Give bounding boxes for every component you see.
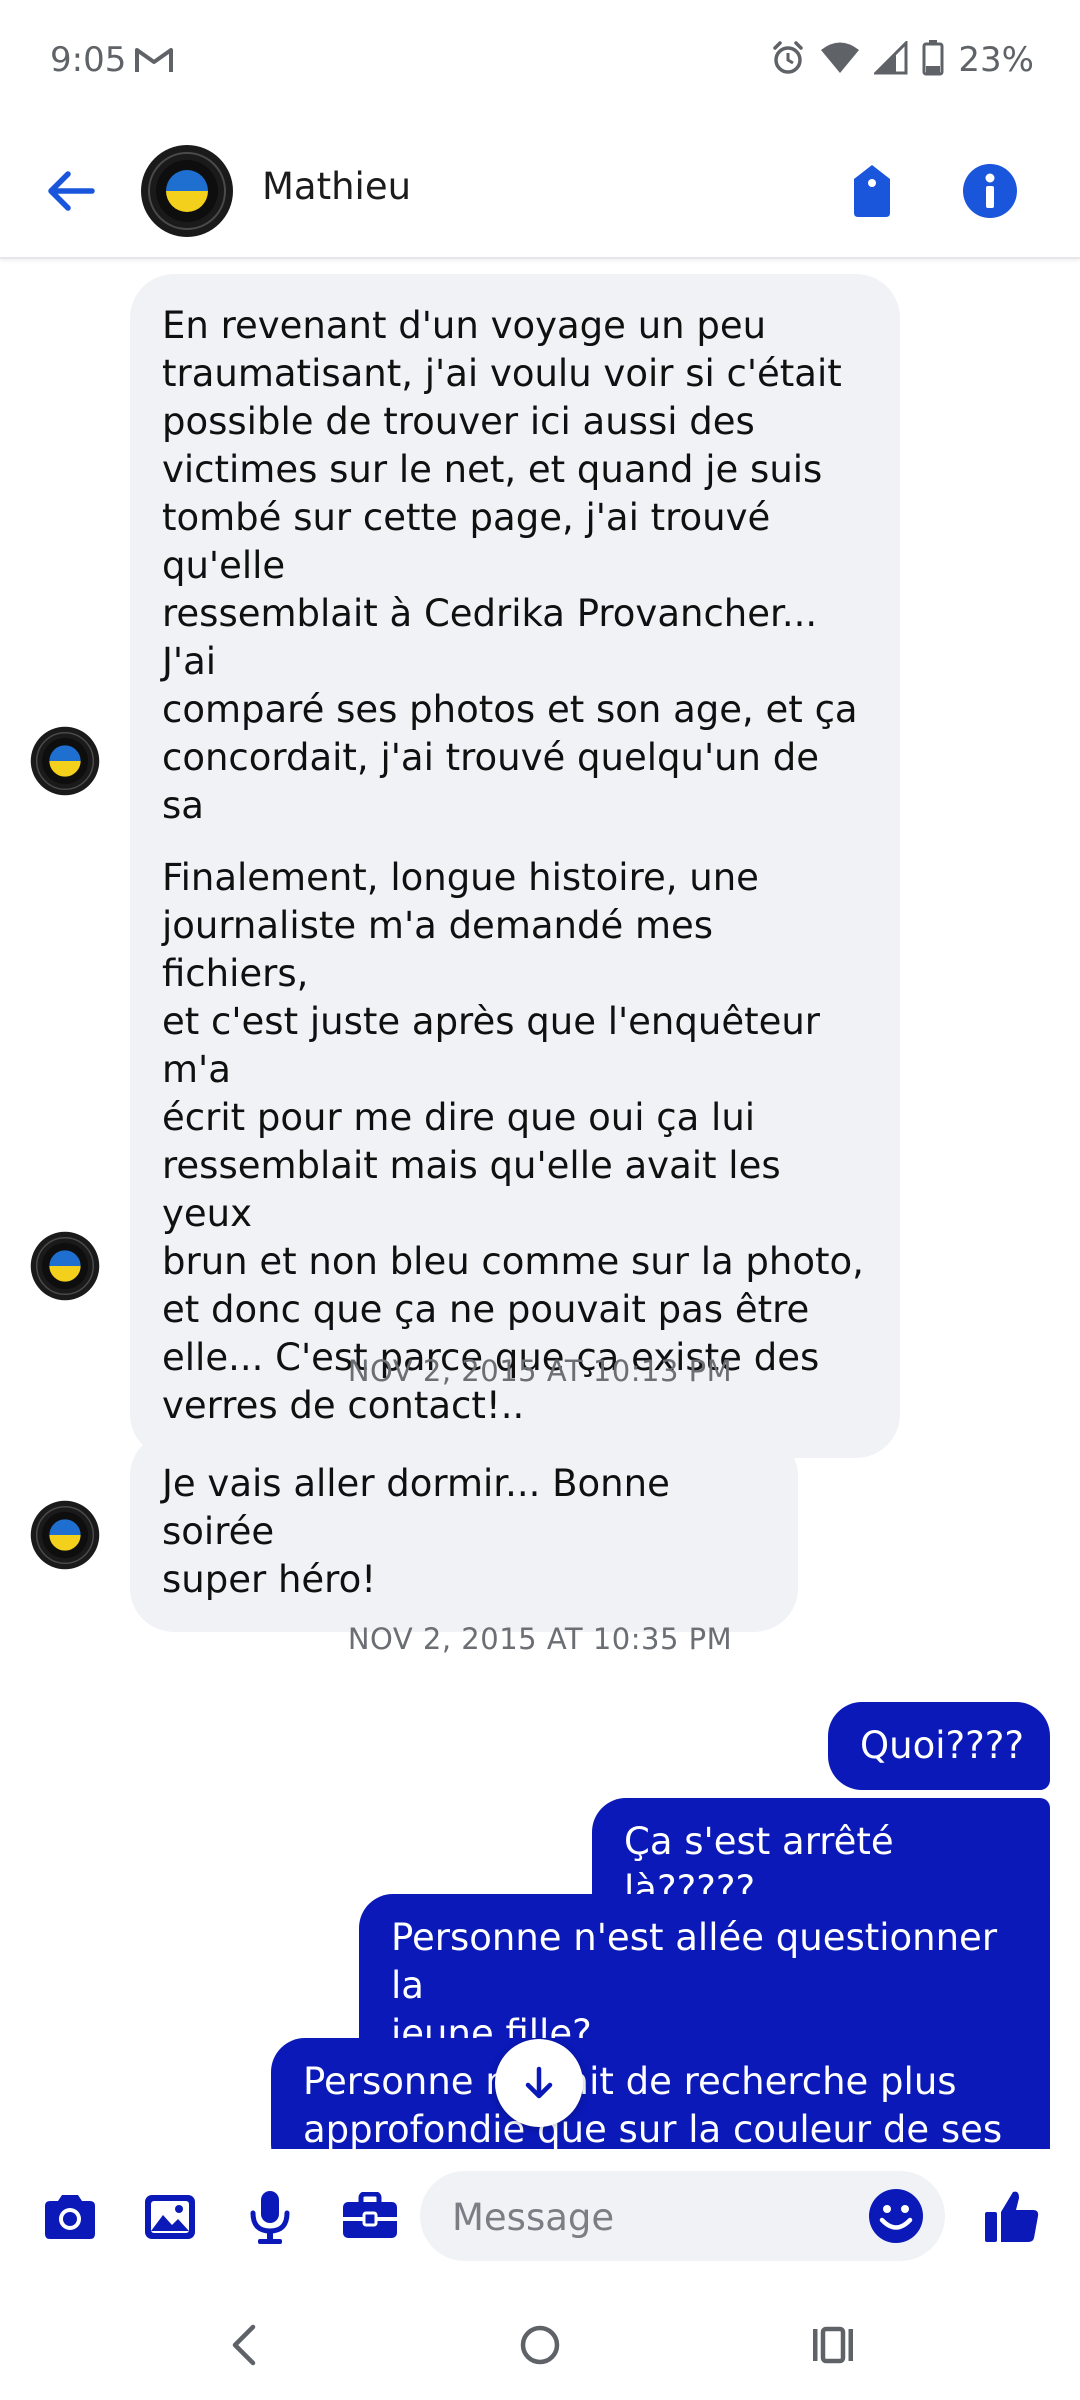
apps-button[interactable] bbox=[338, 2185, 402, 2249]
recents-icon bbox=[813, 2326, 853, 2364]
message-thread[interactable]: En revenant d'un voyage un peu traumatis… bbox=[0, 259, 1080, 2149]
battery-icon bbox=[922, 40, 944, 80]
wifi-icon bbox=[820, 41, 860, 79]
sender-avatar[interactable] bbox=[30, 1231, 100, 1301]
sender-avatar[interactable] bbox=[30, 1500, 100, 1570]
conversation-header: Mathieu bbox=[0, 125, 1080, 259]
incoming-message[interactable]: Je vais aller dormir... Bonne soirée sup… bbox=[130, 1432, 798, 1632]
gmail-icon bbox=[134, 46, 174, 78]
message-input[interactable] bbox=[450, 2171, 854, 2263]
alarm-icon bbox=[770, 40, 806, 80]
image-icon bbox=[145, 2195, 195, 2239]
system-navigation-bar bbox=[0, 2285, 1080, 2400]
arrow-down-icon bbox=[525, 2066, 553, 2099]
voice-button[interactable] bbox=[238, 2185, 302, 2249]
smiley-icon bbox=[869, 2189, 923, 2243]
message-timestamp: NOV 2, 2015 AT 10:13 PM bbox=[347, 1354, 733, 1388]
status-time: 9:05 bbox=[50, 40, 127, 80]
outgoing-message[interactable]: Personne n'a fait de recherche plus appr… bbox=[271, 2038, 1050, 2149]
status-bar: 9:05 23% bbox=[0, 0, 1080, 125]
circle-home-icon bbox=[520, 2325, 560, 2365]
emoji-button[interactable] bbox=[865, 2185, 927, 2247]
chevron-left-icon bbox=[232, 2324, 256, 2366]
message-timestamp: NOV 2, 2015 AT 10:35 PM bbox=[347, 1622, 733, 1656]
arrow-left-icon bbox=[48, 171, 95, 211]
briefcase-icon bbox=[343, 2192, 397, 2238]
outgoing-message[interactable]: Quoi???? bbox=[828, 1702, 1050, 1790]
tag-icon bbox=[854, 165, 890, 217]
battery-percent: 23% bbox=[958, 40, 1034, 80]
gallery-button[interactable] bbox=[138, 2185, 202, 2249]
nav-back-button[interactable] bbox=[205, 2305, 285, 2385]
like-button[interactable] bbox=[980, 2185, 1044, 2249]
back-button[interactable] bbox=[40, 159, 104, 223]
info-icon bbox=[963, 164, 1017, 218]
camera-button[interactable] bbox=[38, 2185, 102, 2249]
sender-avatar[interactable] bbox=[30, 726, 100, 796]
thumbs-up-icon bbox=[985, 2191, 1039, 2242]
microphone-icon bbox=[250, 2191, 290, 2244]
info-button[interactable] bbox=[958, 159, 1022, 223]
message-field[interactable] bbox=[420, 2171, 945, 2263]
tag-button[interactable] bbox=[840, 159, 904, 223]
composer-bar bbox=[0, 2149, 1080, 2285]
camera-icon bbox=[45, 2195, 95, 2239]
contact-name[interactable]: Mathieu bbox=[262, 165, 411, 208]
scroll-to-bottom-button[interactable] bbox=[495, 2039, 583, 2127]
nav-recents-button[interactable] bbox=[793, 2305, 873, 2385]
contact-avatar[interactable] bbox=[140, 144, 234, 242]
signal-icon bbox=[872, 39, 908, 79]
nav-home-button[interactable] bbox=[500, 2305, 580, 2385]
